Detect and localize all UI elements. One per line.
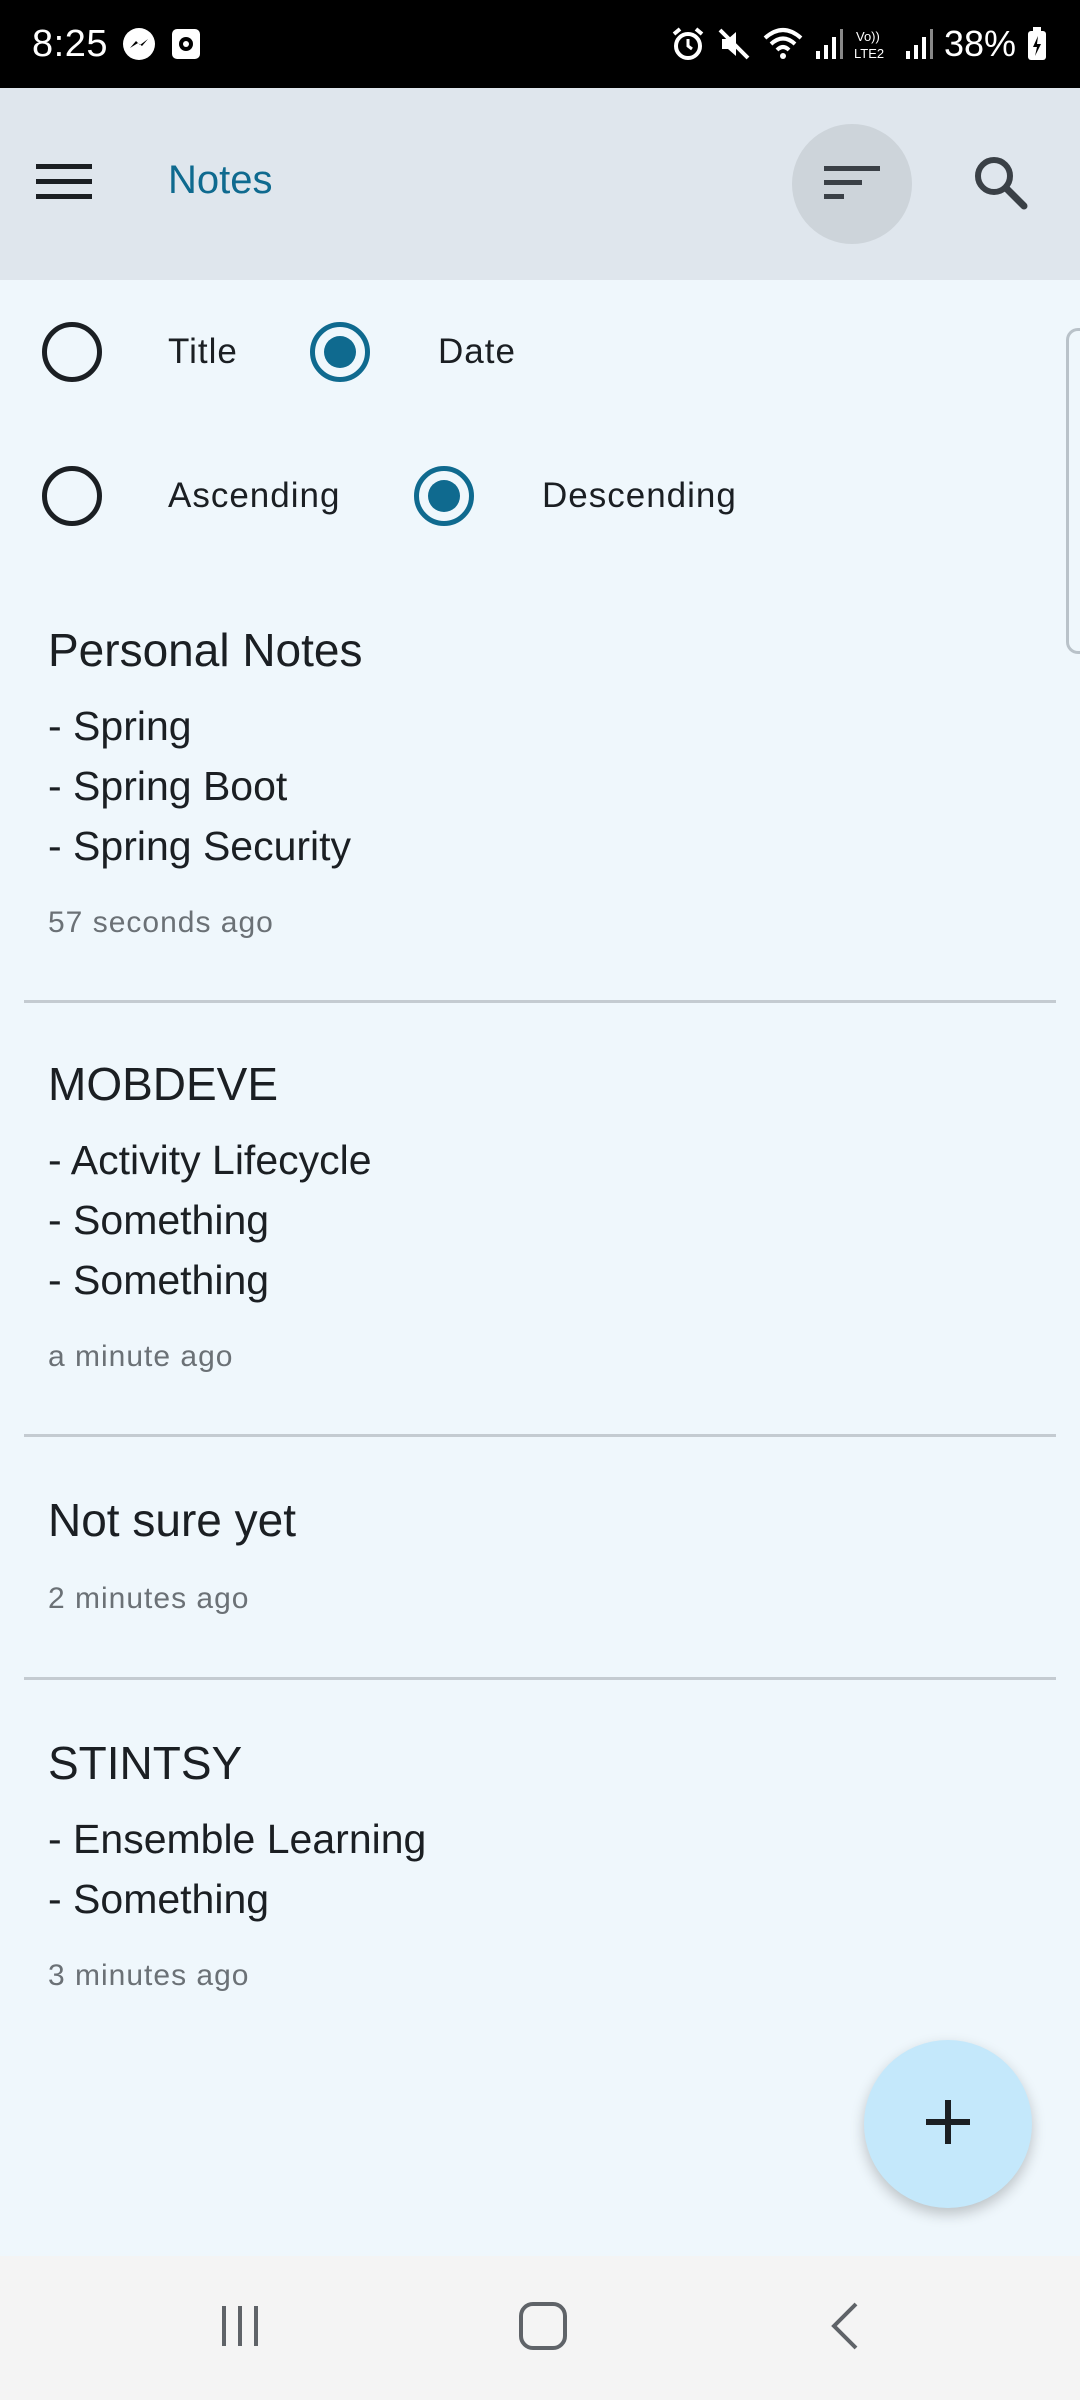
recent-apps-button[interactable] <box>180 2286 300 2370</box>
note-line: - Spring Boot <box>48 763 288 809</box>
radio-ascending[interactable] <box>42 466 102 526</box>
divider <box>24 1434 1056 1437</box>
alarm-icon <box>670 26 706 62</box>
divider <box>24 1000 1056 1003</box>
note-line: - Ensemble Learning <box>48 1816 427 1862</box>
svg-text:LTE2: LTE2 <box>854 46 884 61</box>
sort-order-group: Ascending Descending <box>0 436 1060 556</box>
note-timestamp: 3 minutes ago <box>48 1959 250 1992</box>
home-button[interactable] <box>483 2286 603 2370</box>
top-app-bar: Notes <box>0 88 1080 280</box>
note-timestamp: a minute ago <box>48 1340 234 1373</box>
radio-descending[interactable] <box>414 466 474 526</box>
add-note-button[interactable] <box>864 2040 1032 2208</box>
note-line: - Spring Security <box>48 823 352 869</box>
note-item[interactable]: Not sure yet 2 minutes ago <box>48 1492 1048 1616</box>
menu-button[interactable] <box>36 144 132 224</box>
radio-descending-label: Descending <box>542 476 737 515</box>
status-time: 8:25 <box>32 22 108 65</box>
page-title: Notes <box>168 158 273 202</box>
note-body: - Spring - Spring Boot - Spring Security <box>48 696 1048 876</box>
note-title: Personal Notes <box>48 624 363 676</box>
note-body: - Activity Lifecycle - Something - Somet… <box>48 1130 1048 1310</box>
battery-percent: 38% <box>943 23 1016 64</box>
note-timestamp: 57 seconds ago <box>48 906 274 939</box>
divider <box>24 1677 1056 1680</box>
menu-icon <box>36 162 92 207</box>
note-title: STINTSY <box>48 1737 243 1789</box>
recent-apps-icon <box>216 2302 264 2355</box>
note-line: - Something <box>48 1257 270 1303</box>
svg-text:Vo)): Vo)) <box>856 29 880 44</box>
signal-icon <box>904 27 934 61</box>
search-icon <box>972 154 1028 215</box>
wifi-icon <box>762 26 804 62</box>
battery-charging-icon <box>1026 26 1048 62</box>
plus-icon <box>924 2098 972 2151</box>
mute-icon <box>716 26 752 62</box>
note-item[interactable]: Personal Notes - Spring - Spring Boot - … <box>48 622 1048 940</box>
screen-record-icon <box>170 27 202 61</box>
signal-icon <box>814 27 844 61</box>
back-button[interactable] <box>786 2286 906 2370</box>
note-line: - Something <box>48 1876 270 1922</box>
home-icon <box>517 2300 569 2357</box>
note-title: MOBDEVE <box>48 1058 279 1110</box>
radio-title[interactable] <box>42 322 102 382</box>
note-item[interactable]: MOBDEVE - Activity Lifecycle - Something… <box>48 1056 1048 1374</box>
sort-by-group: Title Date <box>0 292 1060 412</box>
note-timestamp: 2 minutes ago <box>48 1582 250 1615</box>
volte-icon: Vo)) LTE2 <box>854 26 894 62</box>
messenger-icon <box>122 27 156 61</box>
note-line: - Activity Lifecycle <box>48 1137 372 1183</box>
radio-ascending-label: Ascending <box>168 476 341 515</box>
search-button[interactable] <box>940 124 1060 244</box>
side-handle <box>1066 328 1080 654</box>
radio-title-label: Title <box>168 332 238 371</box>
system-nav-bar <box>0 2256 1080 2400</box>
back-icon <box>826 2300 866 2357</box>
note-line: - Something <box>48 1197 270 1243</box>
note-body: - Ensemble Learning - Something <box>48 1809 1048 1929</box>
sort-icon <box>824 164 880 205</box>
radio-date-label: Date <box>438 332 516 371</box>
note-title: Not sure yet <box>48 1494 296 1546</box>
note-item[interactable]: STINTSY - Ensemble Learning - Something … <box>48 1735 1048 1993</box>
status-bar: 8:25 Vo)) LTE2 38% <box>0 0 1080 88</box>
sort-button[interactable] <box>792 124 912 244</box>
note-line: - Spring <box>48 703 192 749</box>
radio-date[interactable] <box>310 322 370 382</box>
